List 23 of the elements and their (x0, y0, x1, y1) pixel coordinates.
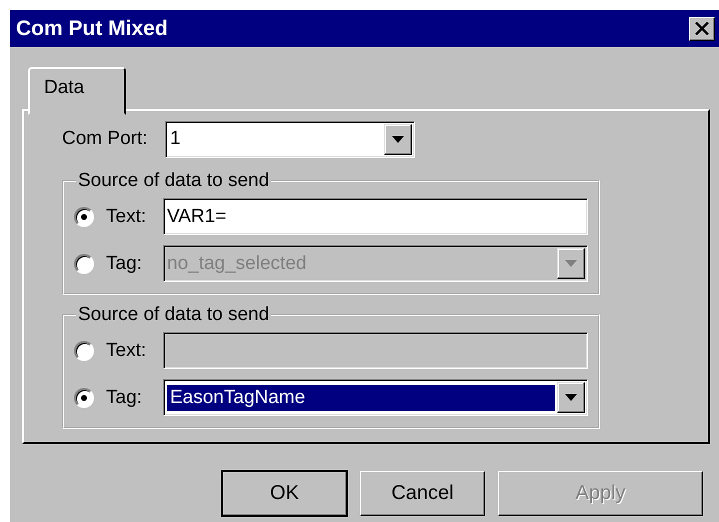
text-field[interactable]: VAR1= (163, 198, 588, 235)
com-port-label: Com Port: (62, 128, 149, 150)
caret-icon (565, 260, 577, 267)
option-label: Tag: (106, 386, 143, 408)
caret-icon (565, 394, 577, 401)
option-label: Tag: (106, 252, 143, 274)
option-label: Text: (106, 340, 148, 362)
option-label: Text: (106, 206, 148, 228)
dialog-button[interactable]: OK (222, 471, 347, 516)
window-title: Com Put Mixed (15, 16, 168, 40)
tab[interactable]: Data (28, 67, 126, 115)
com-port-dropdown[interactable]: 1 (165, 120, 415, 158)
close-button[interactable] (689, 16, 715, 40)
group-title: Source of data to send (77, 305, 270, 325)
radio-button[interactable] (74, 206, 94, 226)
dropdown-button[interactable] (384, 124, 412, 154)
radio-button[interactable] (74, 388, 94, 408)
dialog-button[interactable]: Cancel (360, 471, 485, 516)
dropdown-button[interactable] (557, 382, 585, 413)
group-title: Source of data to send (77, 171, 270, 191)
tag-dropdown[interactable]: EasonTagName (163, 379, 588, 416)
close-icon (695, 22, 709, 35)
caret-icon (392, 136, 404, 142)
